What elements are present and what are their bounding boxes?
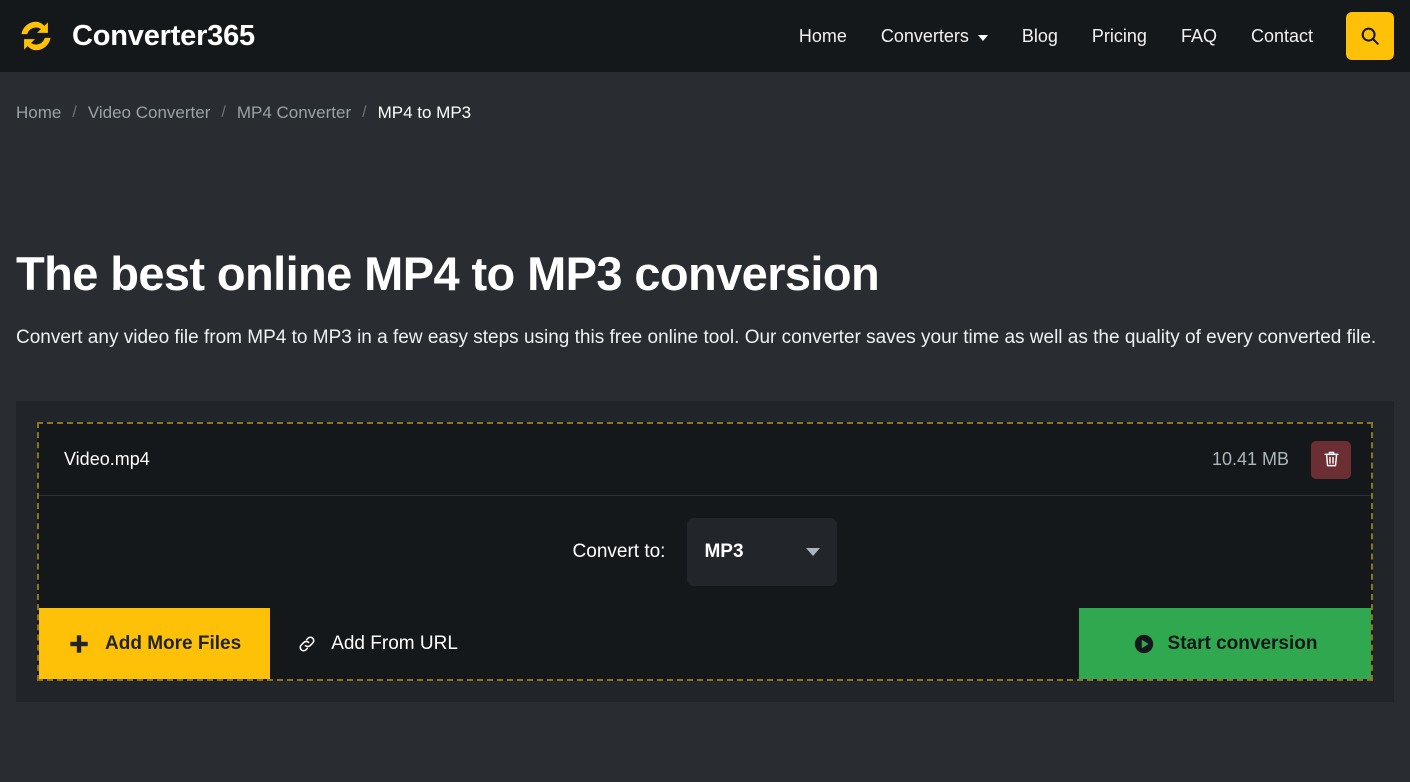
action-row: Add More Files Add From URL (39, 608, 1371, 679)
breadcrumb-item-mp4-converter[interactable]: MP4 Converter (237, 103, 351, 123)
file-size: 10.41 MB (1212, 449, 1289, 470)
nav-item-label: Pricing (1092, 26, 1147, 47)
nav-item-faq[interactable]: FAQ (1164, 18, 1234, 55)
site-header: Converter365 Home Converters Blog Pricin… (0, 0, 1410, 72)
page-title: The best online MP4 to MP3 conversion (16, 248, 1394, 301)
add-from-url-button[interactable]: Add From URL (270, 608, 485, 679)
nav-item-label: Contact (1251, 26, 1313, 47)
brand-name: Converter365 (72, 20, 255, 53)
chevron-down-icon (806, 548, 820, 556)
breadcrumb-item-current: MP4 to MP3 (378, 103, 472, 123)
dropzone[interactable]: Video.mp4 10.41 MB (37, 422, 1373, 681)
start-conversion-label: Start conversion (1168, 633, 1318, 655)
breadcrumb-item-home[interactable]: Home (16, 103, 61, 123)
nav-item-label: Converters (881, 26, 969, 47)
link-icon (297, 634, 317, 654)
file-name: Video.mp4 (64, 449, 150, 470)
convert-to-label: Convert to: (573, 541, 666, 563)
nav-item-label: Blog (1022, 26, 1058, 47)
breadcrumb-separator: / (362, 104, 366, 122)
trash-icon (1323, 450, 1340, 469)
brand-logo-link[interactable]: Converter365 (14, 14, 255, 58)
nav-item-label: FAQ (1181, 26, 1217, 47)
output-format-select[interactable]: MP3 (687, 518, 837, 586)
hero-section: The best online MP4 to MP3 conversion Co… (0, 248, 1410, 353)
nav-item-home[interactable]: Home (782, 18, 864, 55)
page-subtitle: Convert any video file from MP4 to MP3 i… (16, 323, 1394, 354)
convert-to-row: Convert to: MP3 (39, 496, 1371, 608)
plus-icon (68, 633, 90, 655)
file-list-row: Video.mp4 10.41 MB (39, 424, 1371, 496)
nav-item-blog[interactable]: Blog (1005, 18, 1075, 55)
add-from-url-label: Add From URL (331, 633, 458, 655)
nav-item-converters[interactable]: Converters (864, 18, 1005, 55)
breadcrumb-item-video-converter[interactable]: Video Converter (88, 103, 211, 123)
action-spacer (485, 608, 1079, 679)
nav-item-label: Home (799, 26, 847, 47)
breadcrumb-separator: / (221, 104, 225, 122)
breadcrumb: Home / Video Converter / MP4 Converter /… (0, 72, 1410, 123)
output-format-value: MP3 (704, 541, 743, 563)
file-meta: 10.41 MB (1212, 441, 1351, 479)
sync-arrows-icon (14, 14, 58, 58)
delete-file-button[interactable] (1311, 441, 1351, 479)
add-more-files-label: Add More Files (105, 633, 241, 655)
main-navigation: Home Converters Blog Pricing FAQ Contact (782, 12, 1394, 60)
breadcrumb-separator: / (72, 104, 76, 122)
chevron-down-icon (978, 35, 988, 41)
nav-item-pricing[interactable]: Pricing (1075, 18, 1164, 55)
converter-panel: Video.mp4 10.41 MB (16, 401, 1394, 702)
search-button[interactable] (1346, 12, 1394, 60)
search-icon (1359, 25, 1381, 47)
nav-item-contact[interactable]: Contact (1234, 18, 1330, 55)
add-more-files-button[interactable]: Add More Files (39, 608, 270, 679)
play-circle-icon (1133, 633, 1155, 655)
start-conversion-button[interactable]: Start conversion (1079, 608, 1371, 679)
